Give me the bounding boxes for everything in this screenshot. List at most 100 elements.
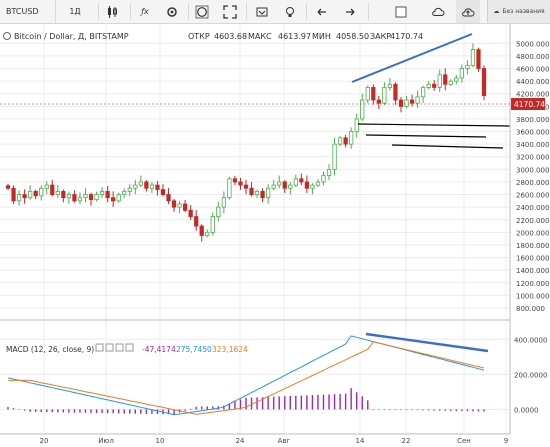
histogram-bar	[450, 409, 452, 411]
histogram-bar	[466, 409, 469, 412]
settings-icon[interactable]	[190, 0, 214, 23]
histogram-bar	[483, 409, 485, 412]
histogram-bar	[411, 409, 413, 411]
histogram-bar	[433, 409, 435, 411]
bulb-icon[interactable]	[278, 0, 302, 23]
interval-button[interactable]: 1Д	[64, 0, 86, 23]
histogram-bar	[306, 395, 308, 410]
candle-body	[105, 191, 110, 199]
chart-canvas[interactable]: Bitcoin / Dollar, Д, BITSTAMP ОТКР 4603.…	[0, 24, 550, 447]
histogram-bar	[333, 394, 336, 410]
histogram-bar	[350, 388, 352, 410]
price-tick-label: 1600.000	[516, 255, 549, 263]
histogram-bar	[444, 409, 446, 411]
histogram-bar	[295, 395, 297, 410]
compare-icon[interactable]	[160, 0, 184, 23]
candle-body	[188, 209, 193, 218]
histogram-bar	[278, 396, 280, 410]
candle-body	[238, 181, 243, 186]
histogram-bar	[29, 409, 31, 412]
candle-body	[349, 131, 354, 145]
candle-body	[243, 184, 249, 189]
histogram-bar	[328, 394, 330, 410]
candle-body	[304, 181, 309, 189]
candle-body	[382, 87, 387, 104]
candle-body	[138, 181, 143, 186]
price-tick-label: 2800.000	[516, 179, 549, 187]
candle-body	[360, 99, 365, 120]
candle-body	[144, 181, 149, 189]
candle-body	[393, 83, 398, 101]
histogram-bar	[184, 409, 186, 411]
candle-body	[166, 194, 171, 202]
close-label: ЗАКР	[370, 32, 391, 41]
candle-body	[44, 184, 49, 189]
histogram-bar	[134, 409, 137, 414]
histogram-bar	[416, 409, 419, 411]
candle-body	[210, 216, 215, 233]
candle-body	[72, 194, 77, 202]
price-tick-label: 2400.000	[516, 204, 549, 212]
candle-body	[227, 178, 232, 199]
cloud-upload-icon: ☁	[493, 8, 500, 15]
histogram-bar	[300, 395, 303, 410]
chart-background	[0, 24, 550, 447]
chart-name-button[interactable]: ☁ Без названия	[487, 0, 550, 23]
color-box-icon[interactable]	[390, 0, 412, 23]
candle-body	[28, 191, 33, 199]
price-tick-label: 3600.000	[516, 129, 549, 137]
time-tick-label: Авг	[278, 437, 291, 445]
candle-body	[315, 181, 321, 186]
toolbar-divider	[246, 3, 247, 20]
candle-body	[221, 197, 226, 208]
template-icon[interactable]	[250, 0, 274, 23]
low-label: МИН	[312, 32, 331, 41]
cloud-icon[interactable]	[426, 0, 450, 23]
toolbar: BTCUSD 1Д ƒx ☁ Без названия	[0, 0, 550, 24]
candle-body	[437, 74, 442, 88]
candle-body	[465, 64, 470, 69]
histogram-bar	[34, 409, 37, 412]
histogram-bar	[7, 406, 9, 410]
histogram-bar	[317, 394, 319, 410]
candle-body	[432, 83, 437, 88]
price-tick-label: 5000.000	[516, 40, 549, 48]
price-tick-label: 4800.000	[516, 53, 549, 61]
histogram-bar	[267, 396, 269, 410]
histogram-bar	[206, 406, 208, 410]
macd-title: MACD (12, 26, close, 9)	[6, 345, 94, 354]
histogram-bar	[57, 409, 59, 413]
candle-body	[354, 118, 359, 132]
candle-body	[5, 185, 11, 189]
histogram-bar	[79, 409, 81, 413]
histogram-bar	[106, 409, 109, 414]
candle-body	[365, 87, 370, 101]
fx-icon[interactable]: ƒx	[133, 0, 157, 23]
candle-body	[133, 184, 138, 189]
histogram-bar	[455, 409, 458, 411]
histogram-bar	[129, 409, 131, 414]
candle-body	[254, 191, 260, 195]
candle-body	[83, 194, 88, 199]
candle-body	[177, 203, 182, 208]
macd-value: 275,7450	[176, 345, 212, 354]
candle-body	[266, 187, 271, 199]
symbol-input[interactable]: BTCUSD	[2, 0, 56, 23]
histogram-bar	[361, 396, 363, 410]
redo-icon[interactable]	[338, 0, 362, 23]
candle-body	[171, 200, 177, 208]
macd-signal-value: 323,1624	[212, 345, 248, 354]
histogram-bar	[112, 409, 114, 414]
candle-body	[371, 87, 376, 101]
candles-icon[interactable]	[100, 0, 124, 23]
histogram-bar	[355, 392, 358, 410]
last-price-label: 4170.74	[514, 100, 545, 109]
undo-icon[interactable]	[310, 0, 334, 23]
candle-body	[183, 203, 188, 211]
fullscreen-icon[interactable]	[218, 0, 242, 23]
candle-body	[376, 99, 381, 104]
cloud-upload-icon[interactable]	[456, 0, 480, 23]
histogram-bar	[339, 393, 341, 410]
macd-tick-label: 200.0000	[514, 371, 547, 379]
candle-body	[277, 181, 282, 186]
